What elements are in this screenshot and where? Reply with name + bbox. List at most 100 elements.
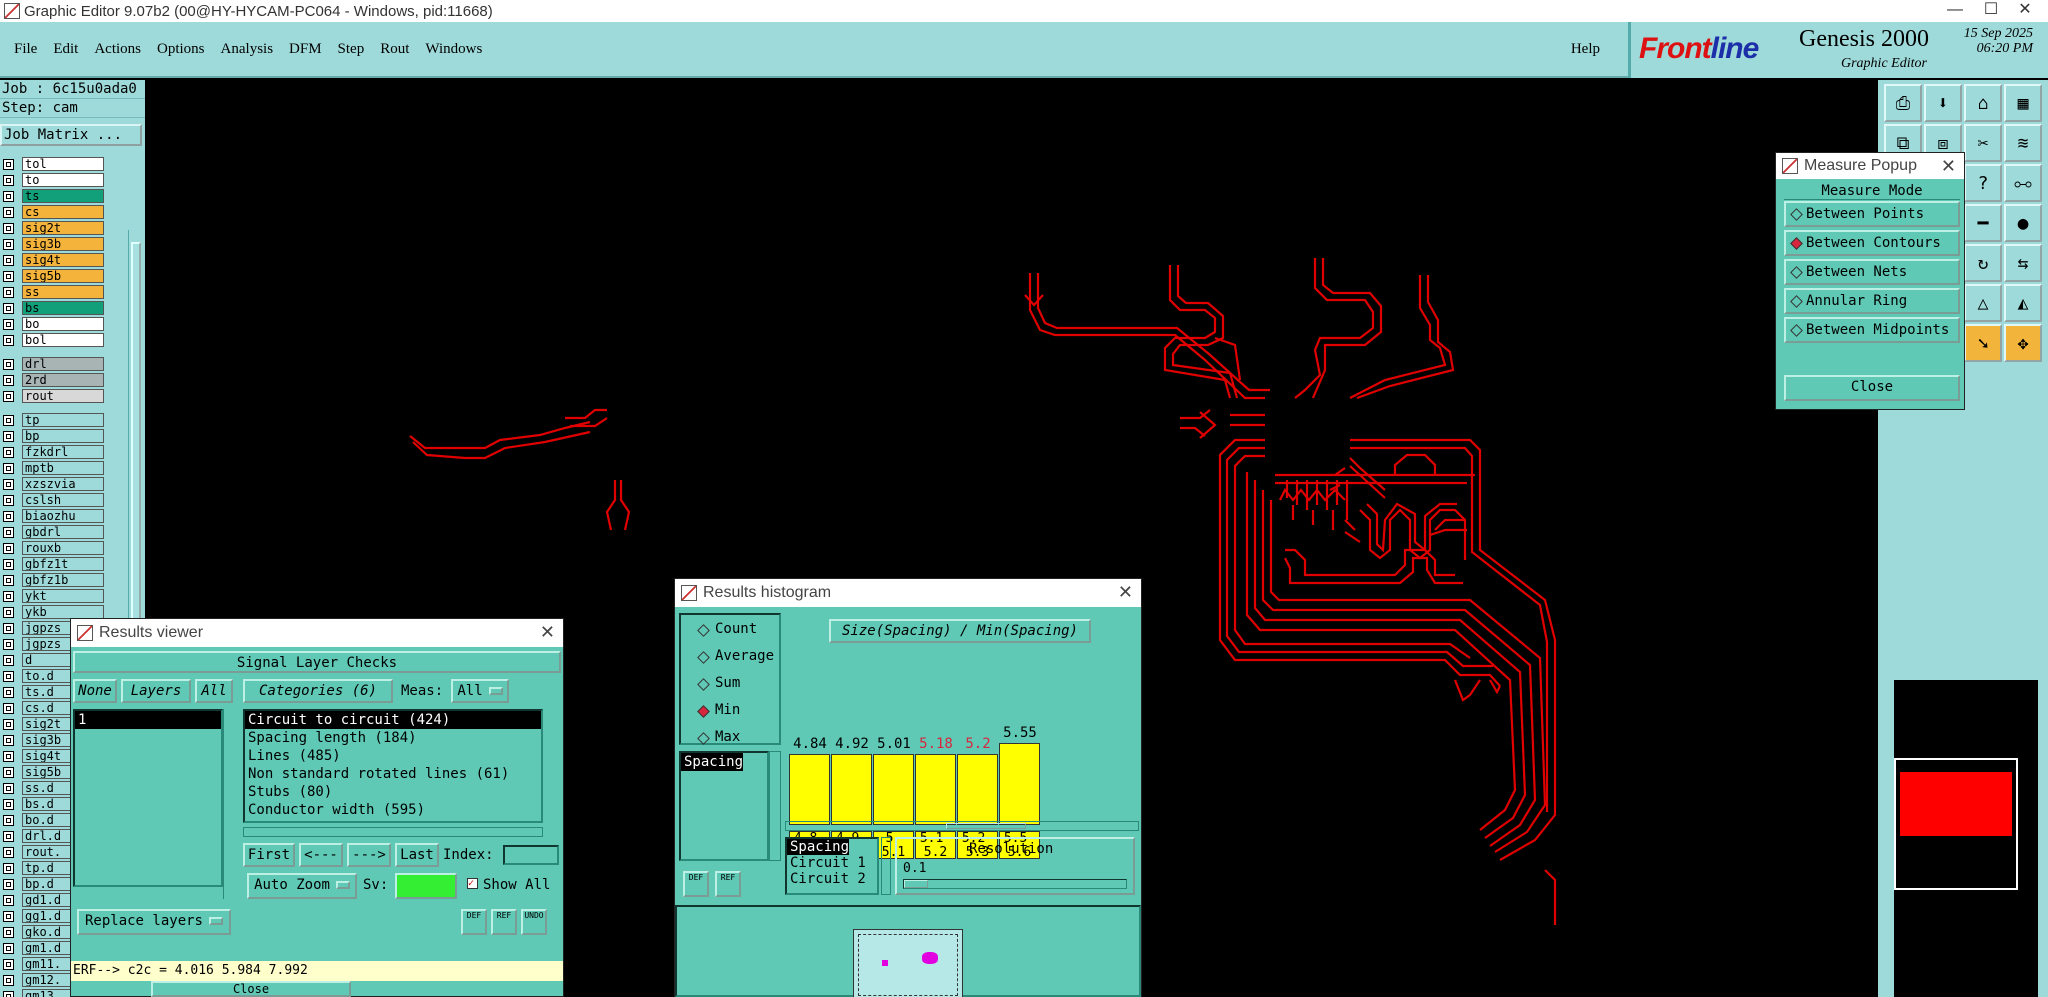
layer-checkbox[interactable] [3, 206, 14, 218]
layer-checkbox[interactable] [3, 606, 14, 618]
layer-row[interactable]: mptb [0, 460, 130, 476]
show-all-checkbox[interactable]: ✓ [467, 878, 478, 889]
ref-icon[interactable]: REF [491, 909, 517, 935]
min-radio[interactable]: Min [693, 702, 783, 722]
layers-icon[interactable]: ≋ [2004, 124, 2042, 162]
layer-checkbox[interactable] [3, 414, 14, 426]
resolution-slider-thumb[interactable] [904, 880, 928, 888]
histogram-bar[interactable] [915, 754, 956, 825]
layer-name[interactable]: sig2t [22, 221, 104, 235]
option-between-points[interactable]: Between Points [1784, 201, 1960, 227]
category-item[interactable]: Conductor width (595) [245, 801, 541, 819]
auto-zoom-dropdown[interactable]: Auto Zoom [247, 873, 357, 899]
layer-name[interactable]: ykt [22, 589, 104, 603]
layer-checkbox[interactable] [3, 590, 14, 602]
layer-checkbox[interactable] [3, 670, 14, 682]
bottom-listbox[interactable]: Spacing Circuit 1 Circuit 2 [785, 837, 879, 895]
layer-row[interactable]: biaozhu [0, 508, 130, 524]
menu-help[interactable]: Help [1571, 41, 1600, 58]
layer-row[interactable]: ykt [0, 588, 130, 604]
layer-checkbox[interactable] [3, 158, 14, 170]
layer-checkbox[interactable] [3, 430, 14, 442]
layers-listbox-scrollbar[interactable] [223, 709, 237, 899]
bottom-list-item[interactable]: Circuit 1 [787, 855, 877, 871]
layer-checkbox[interactable] [3, 990, 14, 997]
layer-name[interactable]: mptb [22, 461, 104, 475]
layer-checkbox[interactable] [3, 846, 14, 858]
layer-checkbox[interactable] [3, 270, 14, 282]
layer-checkbox[interactable] [3, 718, 14, 730]
layer-checkbox[interactable] [3, 222, 14, 234]
def-icon[interactable]: DEF [461, 909, 487, 935]
menu-actions[interactable]: Actions [92, 41, 143, 58]
layer-name[interactable]: biaozhu [22, 509, 104, 523]
meas-dropdown[interactable]: All [451, 679, 509, 703]
categories-button[interactable]: Categories (6) [243, 679, 393, 703]
overview-frame[interactable] [1894, 758, 2018, 890]
histogram-bar[interactable] [999, 743, 1040, 825]
layer-row[interactable]: ss [0, 284, 130, 300]
pad-icon[interactable]: ● [2004, 204, 2042, 242]
layer-checkbox[interactable] [3, 254, 14, 266]
none-button[interactable]: None [73, 679, 117, 703]
measure-close-button[interactable]: Close [1784, 375, 1960, 401]
connect-icon[interactable]: ⧟ [2004, 164, 2042, 202]
layer-checkbox[interactable] [3, 702, 14, 714]
layer-name[interactable]: fzkdrl [22, 445, 104, 459]
layer-checkbox[interactable] [3, 334, 14, 346]
menu-options[interactable]: Options [155, 41, 207, 58]
average-radio[interactable]: Average [693, 648, 783, 668]
histogram-hscrollbar[interactable] [785, 821, 1139, 831]
layer-checkbox[interactable] [3, 766, 14, 778]
layer-row[interactable]: bol [0, 332, 130, 348]
layer-checkbox[interactable] [3, 478, 14, 490]
layer-checkbox[interactable] [3, 358, 14, 370]
close-icon[interactable]: ✕ [540, 622, 555, 643]
layer-row[interactable]: gbfz1b [0, 572, 130, 588]
layer-name[interactable]: rouxb [22, 541, 104, 555]
flip-icon[interactable]: ⇆ [2004, 244, 2042, 282]
layer-row[interactable]: gbfz1t [0, 556, 130, 572]
layer-checkbox[interactable] [3, 190, 14, 202]
layer-row[interactable]: sig2t [0, 220, 130, 236]
bottom-list-item[interactable]: Circuit 2 [787, 871, 877, 887]
drag-icon[interactable]: ✥ [2004, 324, 2042, 362]
layer-name[interactable]: ts [22, 189, 104, 203]
layer-name[interactable]: sig4t [22, 253, 104, 267]
layer-checkbox[interactable] [3, 830, 14, 842]
home-icon[interactable]: ⌂ [1964, 84, 2002, 122]
triangle-icon[interactable]: △ [1964, 284, 2002, 322]
layer-checkbox[interactable] [3, 318, 14, 330]
layer-checkbox[interactable] [3, 910, 14, 922]
save-icon[interactable]: ⎙ [1884, 84, 1922, 122]
layer-checkbox[interactable] [3, 446, 14, 458]
histogram-bar[interactable] [789, 754, 830, 825]
layer-checkbox[interactable] [3, 782, 14, 794]
layers-listbox[interactable]: 1 [73, 709, 223, 887]
layer-checkbox[interactable] [3, 686, 14, 698]
layer-checkbox[interactable] [3, 814, 14, 826]
close-icon[interactable]: ✕ [1941, 156, 1956, 177]
sum-radio[interactable]: Sum [693, 675, 783, 695]
open-icon[interactable]: ⬇ [1924, 84, 1962, 122]
layer-row[interactable]: xzszvia [0, 476, 130, 492]
menu-file[interactable]: File [12, 41, 39, 58]
layer-row[interactable]: sig5b [0, 268, 130, 284]
layer-row[interactable]: ts [0, 188, 130, 204]
layer-row[interactable]: sig4t [0, 252, 130, 268]
layer-checkbox[interactable] [3, 878, 14, 890]
layer-checkbox[interactable] [3, 526, 14, 538]
layer-row[interactable]: cslsh [0, 492, 130, 508]
histogram-bar[interactable] [957, 754, 998, 825]
sv-color-dropdown[interactable] [395, 873, 457, 899]
layer-row[interactable]: drl [0, 356, 130, 372]
layer-name[interactable]: rout [22, 389, 104, 403]
layers-button[interactable]: Layers [121, 679, 191, 703]
category-item[interactable]: Non standard rotated lines (61) [245, 765, 541, 783]
max-radio[interactable]: Max [693, 729, 783, 749]
layer-row[interactable]: cs [0, 204, 130, 220]
prev-button[interactable]: <--- [299, 843, 343, 867]
layer-checkbox[interactable] [3, 798, 14, 810]
layer-checkbox[interactable] [3, 622, 14, 634]
categories-listbox[interactable]: Circuit to circuit (424) Spacing length … [243, 709, 543, 823]
